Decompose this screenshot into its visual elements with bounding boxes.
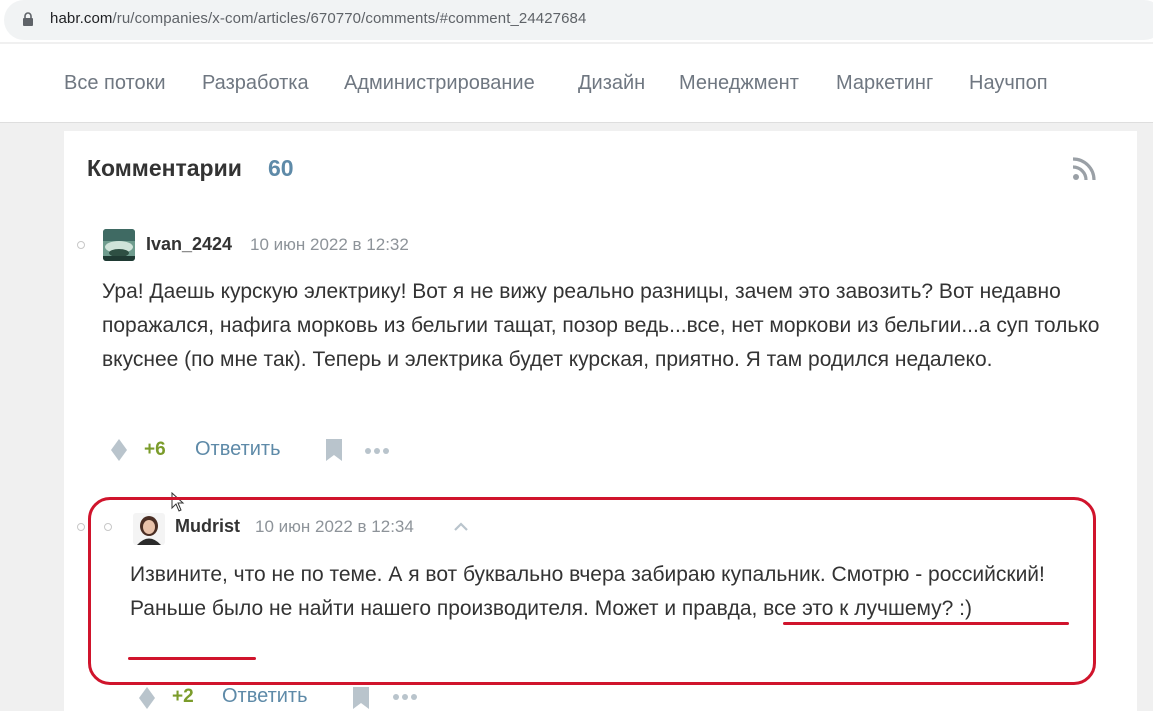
comment-text: Ура! Даешь курскую электрику! Вот я не в… xyxy=(102,280,1100,371)
nav-item-administration[interactable]: Администрирование xyxy=(344,72,535,95)
bookmark-icon[interactable] xyxy=(325,439,343,461)
comment-username[interactable]: Mudrist xyxy=(175,516,240,537)
nav-item-marketing[interactable]: Маркетинг xyxy=(836,72,933,95)
nav-item-popsci[interactable]: Научпоп xyxy=(969,72,1048,95)
nav-item-development[interactable]: Разработка xyxy=(202,72,309,95)
comments-count: 60 xyxy=(268,155,294,181)
reply-button[interactable]: Ответить xyxy=(195,438,281,461)
avatar[interactable] xyxy=(133,513,165,545)
comment-bullet xyxy=(104,523,112,531)
vote-icon[interactable] xyxy=(111,439,127,461)
mouse-cursor-icon xyxy=(171,492,185,512)
comment-datetime[interactable]: 10 июн 2022 в 12:32 xyxy=(250,235,409,255)
comment-text: Извините, что не по теме. А я вот буквал… xyxy=(130,563,1045,620)
nav-item-management[interactable]: Менеджмент xyxy=(679,72,799,95)
more-options-icon[interactable] xyxy=(364,447,392,455)
url-path: /ru/companies/x-com/articles/670770/comm… xyxy=(112,10,587,27)
comment-username[interactable]: Ivan_2424 xyxy=(146,234,232,255)
hubs-navigation: Все потоки Разработка Администрирование … xyxy=(0,44,1153,123)
lock-icon[interactable] xyxy=(22,12,34,26)
url-field[interactable]: habr.com/ru/companies/x-com/articles/670… xyxy=(4,0,1153,40)
comments-title: Комментарии xyxy=(87,155,242,181)
nav-item-all-flows[interactable]: Все потоки xyxy=(64,72,166,95)
parent-comment-arrow-icon[interactable] xyxy=(453,521,469,531)
avatar[interactable] xyxy=(103,229,135,261)
annotation-underline xyxy=(128,657,256,660)
comment-score: +6 xyxy=(144,439,166,460)
more-options-icon[interactable] xyxy=(392,693,420,701)
comment-datetime[interactable]: 10 июн 2022 в 12:34 xyxy=(255,517,414,537)
thread-bullet xyxy=(77,523,85,531)
annotation-underline xyxy=(783,622,1069,625)
vote-icon[interactable] xyxy=(139,687,155,709)
browser-address-bar: habr.com/ru/companies/x-com/articles/670… xyxy=(0,0,1153,42)
rss-icon[interactable] xyxy=(1072,157,1096,181)
comment-score: +2 xyxy=(172,686,194,707)
comment-bullet xyxy=(77,241,85,249)
nav-item-design[interactable]: Дизайн xyxy=(578,72,645,95)
url-host: habr.com xyxy=(50,10,113,27)
bookmark-icon[interactable] xyxy=(352,687,370,709)
url-text[interactable]: habr.com/ru/companies/x-com/articles/670… xyxy=(50,10,586,27)
